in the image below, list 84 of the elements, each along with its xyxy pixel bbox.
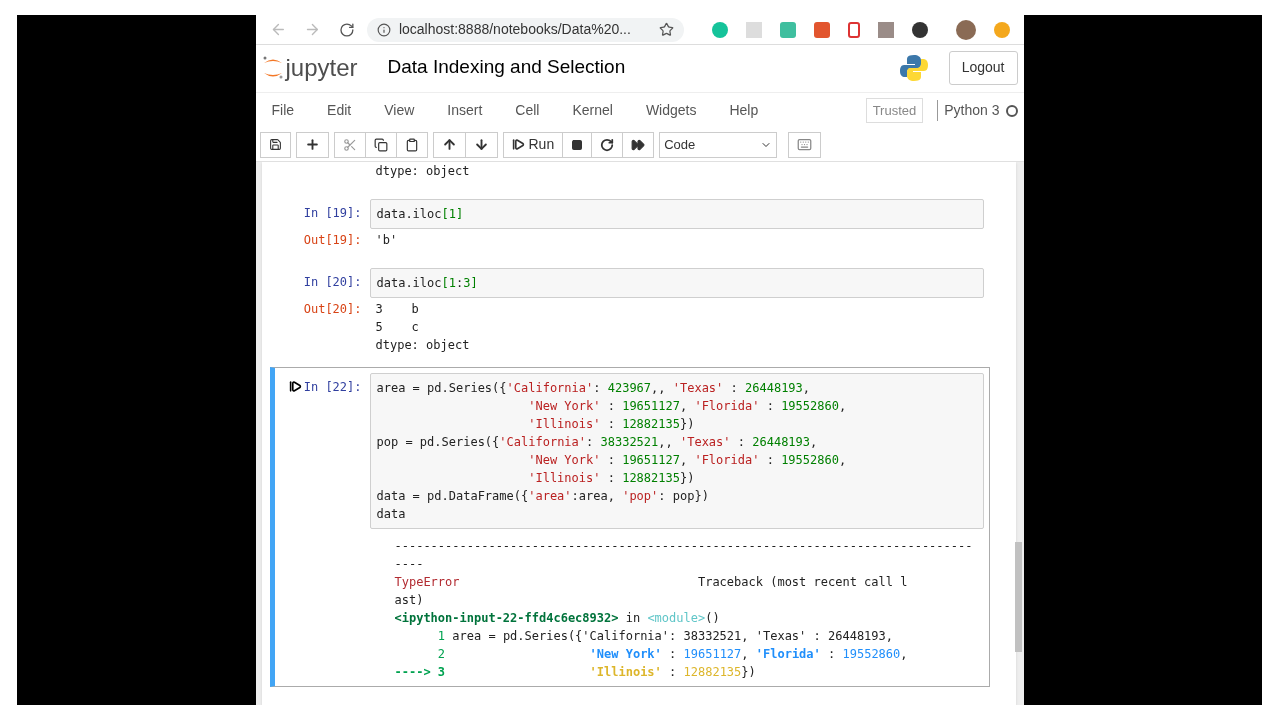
- menu-item[interactable]: Widgets: [645, 100, 697, 121]
- code-line: 'New York' : 19651127, 'Florida' : 19552860,: [527, 452, 848, 469]
- bookmark-star-icon[interactable]: [658, 22, 674, 37]
- notebook-cell[interactable]: [269, 367, 990, 687]
- info-icon: [376, 22, 391, 37]
- code-line: 'Illinois' : 12882135}): [527, 416, 696, 433]
- run-indicator-icon: [288, 380, 302, 393]
- logout-button[interactable]: Logout: [948, 50, 1018, 85]
- kernel-status-icon: [1005, 104, 1018, 117]
- code-line: area = pd.Series({'California': 423967,, 'Texas' : 26448193,: [376, 380, 812, 397]
- code-line: data.iloc[1:3]: [376, 275, 479, 292]
- traceback-line: --------------------------------------------------------------------------------: [394, 538, 973, 555]
- input-prompt: In [22]:: [303, 379, 363, 396]
- code-line: 'Illinois' : 12882135}): [527, 470, 696, 487]
- stop-icon: [571, 138, 584, 151]
- paste-icon: [404, 137, 419, 152]
- traceback-line: 2 'New York' : 19651127, 'Florida' : 19552860,: [436, 646, 909, 663]
- move-down-button[interactable]: [464, 131, 498, 158]
- code-line: 'New York' : 19651127, 'Florida' : 19552860,: [527, 398, 848, 415]
- menu-item[interactable]: Kernel: [572, 100, 613, 121]
- jupyter-logo-icon: [261, 54, 284, 81]
- stop-button[interactable]: [562, 131, 593, 158]
- restart-icon: [600, 137, 615, 152]
- run-button[interactable]: Run: [502, 131, 564, 158]
- trusted-indicator[interactable]: Trusted: [865, 97, 924, 124]
- notebook-title[interactable]: Data Indexing and Selection: [387, 53, 626, 82]
- copy-icon: [373, 137, 388, 152]
- output-prompt: Out[20]:: [302, 301, 363, 318]
- output-text: 3 b: [375, 301, 420, 318]
- menu-item[interactable]: View: [384, 100, 415, 121]
- input-prompt: In [19]:: [303, 205, 363, 222]
- jupyter-logo-text: jupyter: [285, 52, 358, 83]
- arrow-down-icon: [473, 137, 489, 152]
- traceback-line: <ipython-input-22-ffd4c6ec8932> in <module>(): [394, 610, 721, 627]
- kernel-name: Python 3: [937, 100, 1000, 121]
- keyboard-icon: [797, 137, 813, 152]
- move-up-button[interactable]: [432, 131, 466, 158]
- notebook-cell[interactable]: In [20]: data.iloc[1:3] Out[20]: 3 b 5 c dtype: object: [269, 262, 990, 360]
- scrollbar-thumb[interactable]: [1014, 542, 1022, 652]
- code-input-area[interactable]: data.iloc[1]: [369, 199, 984, 229]
- output-text: 'b': [375, 232, 398, 249]
- traceback-line: 1 area = pd.Series({'California': 38332521, 'Texas' : 26448193,: [436, 628, 894, 645]
- menu-item[interactable]: Edit: [327, 100, 352, 121]
- reload-icon[interactable]: [339, 21, 355, 38]
- add-cell-button[interactable]: [295, 131, 329, 158]
- extension-icon[interactable]: [911, 21, 928, 38]
- restart-run-all-button[interactable]: [622, 131, 655, 158]
- save-icon: [268, 138, 282, 151]
- fast-forward-icon: [631, 137, 646, 152]
- cell-type-select[interactable]: Code: [659, 131, 778, 158]
- menu-item[interactable]: Help: [729, 100, 759, 121]
- output-text: dtype: object: [375, 163, 470, 180]
- traceback-line: ----> 3 'Illinois' : 12882135}): [394, 664, 757, 681]
- keyboard-shortcuts-button[interactable]: [788, 131, 822, 158]
- traceback-line: ast): [394, 592, 425, 609]
- restart-button[interactable]: [591, 131, 624, 158]
- paste-button[interactable]: [395, 131, 428, 158]
- python-logo-icon: [898, 52, 929, 83]
- copy-button[interactable]: [364, 131, 397, 158]
- address-bar[interactable]: localhost:8888/notebooks/Data%20...: [366, 17, 684, 42]
- input-prompt: In [20]:: [303, 274, 363, 291]
- url-text: localhost:8888/notebooks/Data%20...: [398, 20, 631, 39]
- traceback-line: TypeError Traceback (most recent call l: [394, 574, 909, 591]
- save-button[interactable]: [259, 131, 291, 158]
- code-line: data = pd.DataFrame({'area':area, 'pop': pop}): [376, 488, 710, 505]
- notebook-cell[interactable]: dtype: object: [269, 162, 990, 186]
- add-icon: [304, 137, 320, 152]
- cut-icon: [342, 137, 357, 152]
- code-input-area[interactable]: [369, 373, 984, 529]
- run-icon: [511, 138, 525, 151]
- code-input-area[interactable]: data.iloc[1:3]: [369, 268, 984, 298]
- code-line: pop = pd.Series({'California': 38332521,, 'Texas' : 26448193,: [376, 434, 819, 451]
- output-text: 5 c: [375, 319, 420, 336]
- menu-item[interactable]: Cell: [515, 100, 540, 121]
- lock-icon[interactable]: [847, 21, 860, 38]
- code-line: data: [376, 506, 407, 523]
- traceback-line: ----: [394, 556, 425, 573]
- code-line: data.iloc[1]: [376, 206, 465, 223]
- avatar-icon[interactable]: [955, 19, 976, 40]
- notebook-cell[interactable]: In [19]: data.iloc[1] Out[19]: 'b': [269, 193, 990, 255]
- output-text: dtype: object: [375, 337, 470, 354]
- output-prompt: Out[19]:: [302, 232, 363, 249]
- menu-item[interactable]: Insert: [447, 100, 483, 121]
- menu-item[interactable]: File: [271, 100, 295, 121]
